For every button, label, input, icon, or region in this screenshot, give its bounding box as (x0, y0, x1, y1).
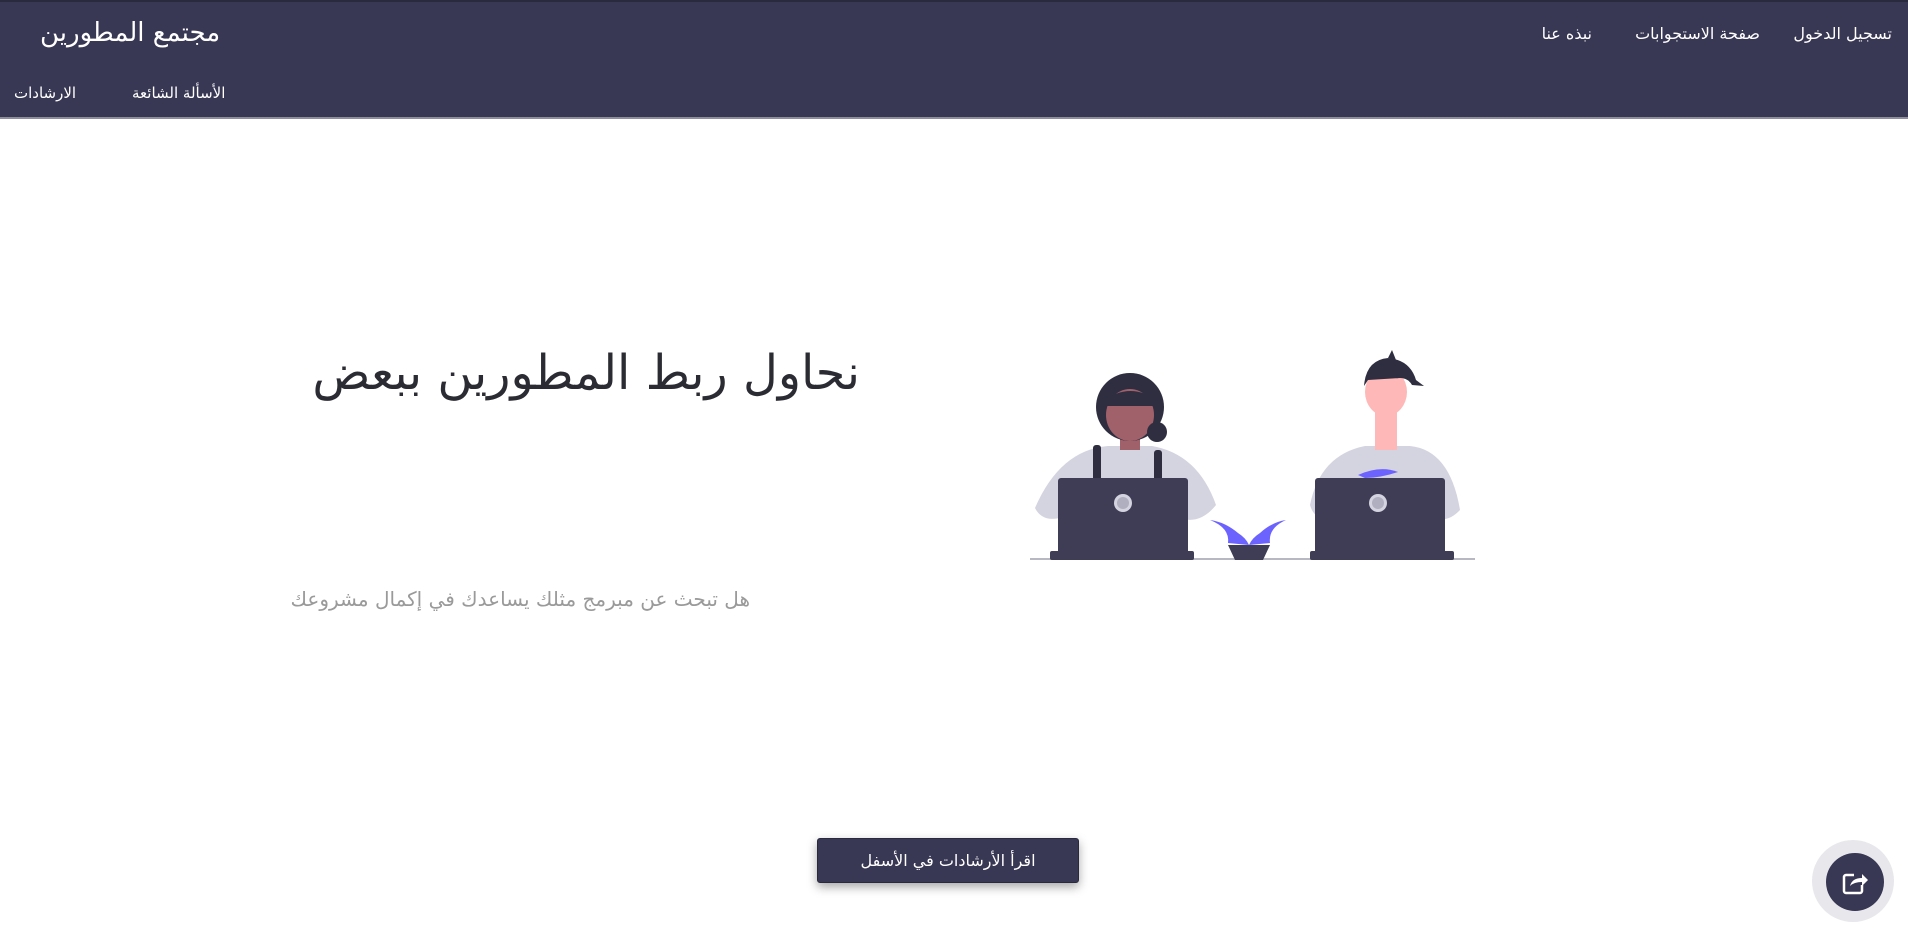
developers-illustration (1030, 350, 1475, 560)
nav-about-link[interactable]: نبذه عنا (1542, 24, 1592, 43)
read-guides-button[interactable]: اقرأ الأرشادات في الأسفل (817, 838, 1079, 883)
hero-headline: نحاول ربط المطورين ببعض (312, 345, 860, 401)
hero-subline: هل تبحث عن مبرمج مثلك يساعدك في إكمال مش… (290, 587, 750, 611)
laptop-left (1058, 478, 1188, 558)
top-navbar: مجتمع المطورين تسجيل الدخول صفحة الاستجو… (0, 0, 1908, 119)
share-button[interactable] (1826, 853, 1884, 911)
brand-title[interactable]: مجتمع المطورين (40, 18, 220, 48)
nav-faq-link[interactable]: الأسألة الشائعة (132, 84, 225, 102)
nav-login-link[interactable]: تسجيل الدخول (1793, 24, 1892, 43)
nav-responses-link[interactable]: صفحة الاستجوابات (1635, 24, 1760, 43)
share-icon (1842, 871, 1868, 895)
nav-guides-link[interactable]: الارشادات (14, 84, 76, 102)
laptop-right (1315, 478, 1445, 558)
plant (1210, 520, 1286, 560)
